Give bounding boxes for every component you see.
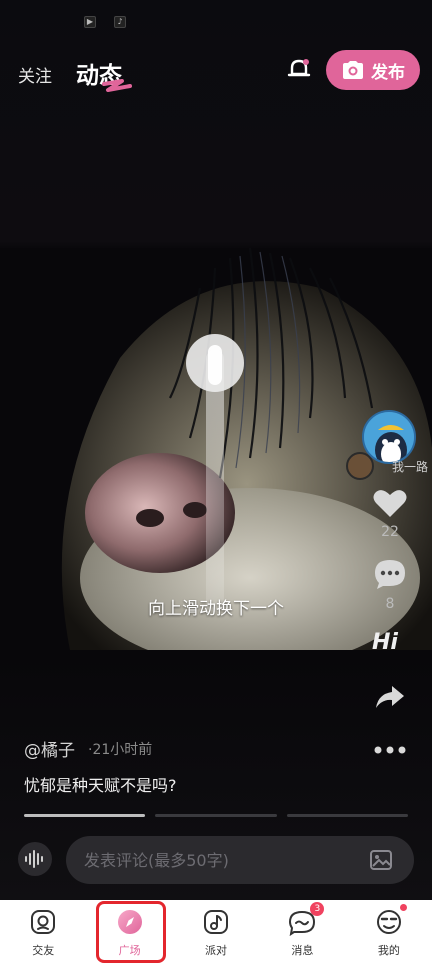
comment-action[interactable]: 8	[366, 558, 414, 612]
share-arrow-icon	[376, 686, 404, 708]
nav-label: 交友	[32, 944, 55, 957]
post-author[interactable]: @橘子	[24, 736, 75, 761]
publish-button[interactable]: 发布	[326, 50, 420, 90]
app-screen: ▶ ♪ 关注 动态 发布 向上滑动换下一个 我一路 22 8 Hi @橘子 ·2…	[0, 0, 432, 964]
comment-count: 8	[385, 596, 395, 612]
more-dots-icon	[374, 746, 406, 754]
progress-segment	[24, 814, 146, 817]
heart-icon	[373, 490, 407, 517]
nav-label: 消息	[291, 944, 314, 957]
bell-icon[interactable]	[284, 54, 314, 84]
camera-icon	[343, 61, 363, 79]
nav-party[interactable]: 派对	[173, 900, 259, 964]
comment-input[interactable]	[66, 836, 414, 884]
notification-dot	[399, 904, 407, 911]
comment-bubble-icon	[375, 560, 405, 589]
nav-label: 我的	[377, 944, 400, 957]
like-count: 22	[381, 524, 399, 540]
status-icons: ▶ ♪	[84, 16, 126, 28]
friends-icon	[31, 910, 56, 934]
like-action[interactable]: 22	[366, 488, 414, 540]
nav-friends[interactable]: 交友	[0, 900, 86, 964]
nav-label: 派对	[205, 944, 228, 957]
tab-follow[interactable]: 关注	[18, 62, 52, 87]
bottom-nav: 交友 广场 派对 3 消息 我的	[0, 900, 432, 964]
nav-square[interactable]: 广场	[86, 900, 172, 964]
profile-icon	[376, 910, 401, 934]
share-action[interactable]	[366, 684, 414, 714]
tiktok-icon: ♪	[114, 16, 126, 28]
nav-messages[interactable]: 3 消息	[259, 900, 345, 964]
author-name-preview: 我一路	[392, 460, 429, 474]
voice-button[interactable]	[18, 842, 52, 876]
progress-segment	[286, 814, 408, 817]
header: 关注 动态 发布	[0, 44, 432, 100]
say-hi-button[interactable]: Hi	[372, 630, 398, 655]
unread-badge: 3	[310, 902, 325, 916]
media-progress	[24, 814, 408, 817]
post-caption: 忧郁是种天赋不是吗?	[24, 776, 177, 795]
media-icon: ▶	[84, 16, 96, 28]
image-picker-icon[interactable]	[370, 850, 392, 870]
voice-wave-icon	[25, 850, 43, 868]
post-time: ·21小时前	[88, 742, 153, 758]
swipe-hand-icon	[208, 345, 222, 385]
square-compass-icon	[117, 910, 142, 934]
nav-label: 广场	[118, 944, 141, 957]
party-music-icon	[204, 910, 229, 934]
publish-label: 发布	[371, 62, 405, 83]
progress-segment	[155, 814, 277, 817]
author-badge	[346, 452, 374, 480]
nav-profile[interactable]: 我的	[346, 900, 432, 964]
active-tab-squiggle-icon	[102, 79, 132, 92]
more-action[interactable]	[366, 740, 414, 759]
